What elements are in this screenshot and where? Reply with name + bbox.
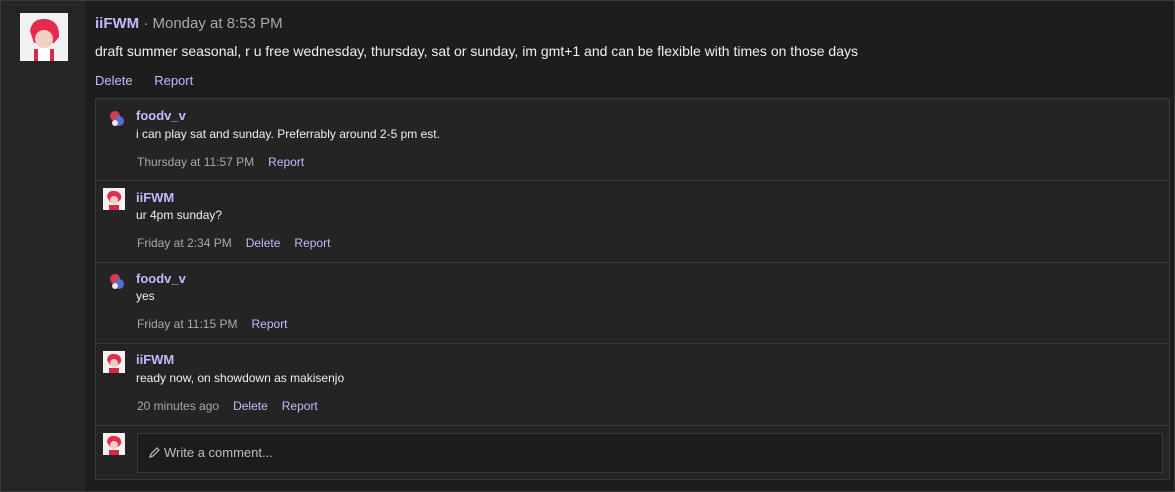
comment-item: iiFWM ur 4pm sunday? Friday at 2:34 PM De… (96, 181, 1169, 263)
comment-meta: Friday at 2:34 PM Delete Report (137, 236, 330, 250)
pencil-icon (148, 446, 161, 462)
report-post-link[interactable]: Report (154, 73, 193, 88)
report-comment-link[interactable]: Report (252, 317, 288, 331)
comment-meta: 20 minutes ago Delete Report (137, 399, 318, 413)
delete-post-link[interactable]: Delete (95, 73, 133, 88)
post-sidebar (1, 1, 85, 491)
comment-timestamp[interactable]: Friday at 11:15 PM (137, 317, 238, 331)
comment-meta: Friday at 11:15 PM Report (137, 317, 288, 331)
post-author-avatar[interactable] (20, 13, 68, 61)
comment-text: ready now, on showdown as makisenjo (136, 371, 345, 385)
post-text: draft summer seasonal, r u free wednesda… (95, 43, 858, 59)
comment-text: ur 4pm sunday? (136, 208, 223, 222)
commenter-avatar[interactable] (103, 351, 125, 373)
comment-timestamp[interactable]: Thursday at 11:57 PM (137, 155, 254, 169)
report-comment-link[interactable]: Report (294, 236, 330, 250)
comments-panel: foodv_v i can play sat and sunday. Prefe… (95, 98, 1170, 480)
report-comment-link[interactable]: Report (282, 399, 318, 413)
comment-timestamp[interactable]: 20 minutes ago (137, 399, 219, 413)
comment-input[interactable]: Write a comment... (137, 433, 1163, 473)
comment-text: yes (136, 289, 155, 303)
comment-meta: Thursday at 11:57 PM Report (137, 155, 304, 169)
comment-timestamp[interactable]: Friday at 2:34 PM (137, 236, 232, 250)
comment-text: i can play sat and sunday. Preferrably a… (136, 127, 440, 141)
header-separator: · (139, 15, 153, 32)
report-comment-link[interactable]: Report (268, 155, 304, 169)
comment-author[interactable]: foodv_v (136, 271, 186, 286)
comment-composer: Write a comment... (96, 426, 1169, 480)
post-timestamp[interactable]: Monday at 8:53 PM (153, 15, 283, 32)
delete-comment-link[interactable]: Delete (233, 399, 268, 413)
comment-item: foodv_v i can play sat and sunday. Prefe… (96, 99, 1169, 181)
comment-author[interactable]: iiFWM (136, 352, 174, 367)
post-author-name[interactable]: iiFWM (95, 15, 139, 32)
post-actions: Delete Report (95, 73, 211, 88)
comment-author[interactable]: iiFWM (136, 190, 174, 205)
comment-item: foodv_v yes Friday at 11:15 PM Report (96, 263, 1169, 344)
comment-item: iiFWM ready now, on showdown as makisenj… (96, 344, 1169, 426)
commenter-avatar[interactable] (103, 188, 125, 210)
post-header: iiFWM · Monday at 8:53 PM (95, 15, 283, 32)
current-user-avatar (103, 433, 125, 455)
commenter-avatar[interactable] (107, 272, 127, 292)
comment-author[interactable]: foodv_v (136, 108, 186, 123)
delete-comment-link[interactable]: Delete (246, 236, 281, 250)
commenter-avatar[interactable] (107, 109, 127, 129)
comment-input-placeholder: Write a comment... (164, 445, 273, 460)
